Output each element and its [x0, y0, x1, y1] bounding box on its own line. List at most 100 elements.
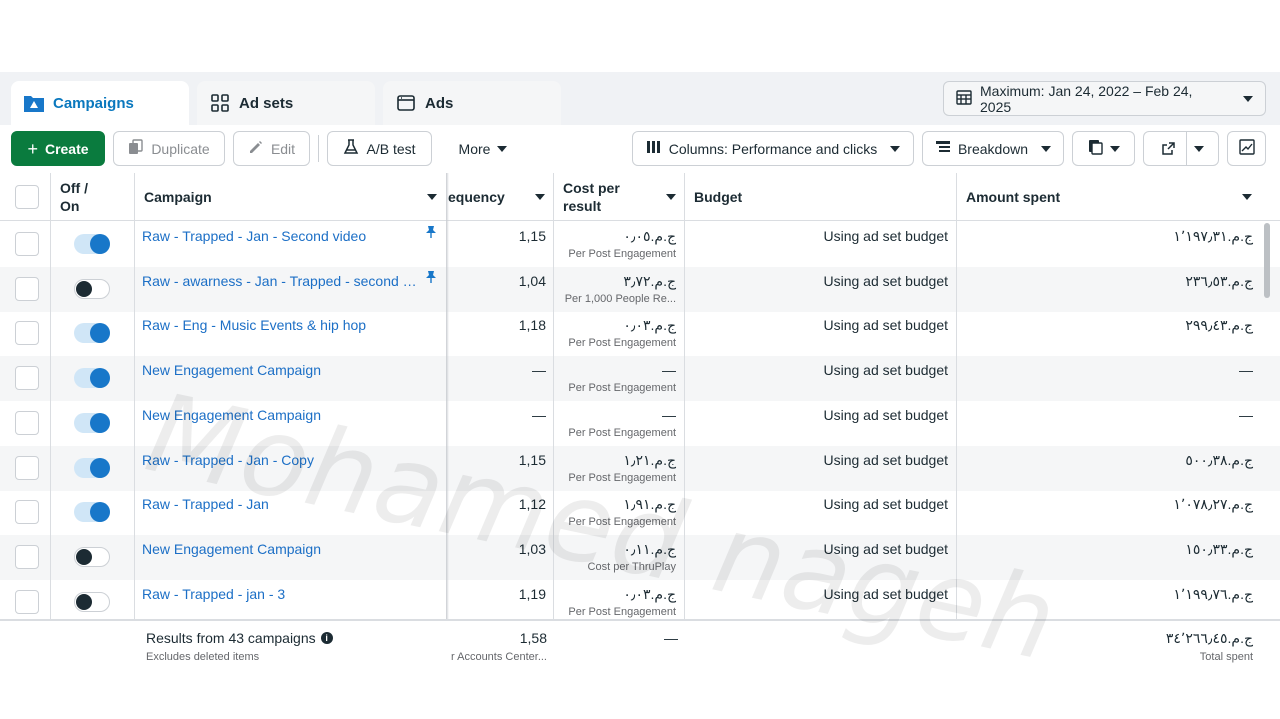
cost-per-result-type: Per Post Engagement — [568, 382, 676, 395]
cost-per-result-type: Per Post Engagement — [568, 605, 676, 618]
cost-header-line1: Cost per — [563, 180, 620, 196]
tab-campaigns[interactable]: Campaigns — [11, 81, 189, 125]
ab-test-button[interactable]: A/B test — [327, 131, 432, 166]
toolbar: + Create Duplicate Edit A/B test More Co… — [0, 125, 1280, 173]
tab-ads-label: Ads — [425, 94, 454, 112]
export-icon[interactable] — [1150, 132, 1187, 165]
campaign-name-link[interactable]: Raw - awarness - Jan - Trapped - second … — [142, 273, 417, 289]
select-all-checkbox[interactable] — [15, 185, 39, 209]
row-checkbox[interactable] — [15, 455, 39, 480]
campaign-toggle[interactable] — [74, 323, 110, 344]
amount-spent-value: ج.م.١٬١٩٩٫٧٦ — [1173, 585, 1253, 602]
create-button[interactable]: + Create — [11, 131, 105, 166]
budget-value: Using ad set budget — [823, 540, 948, 557]
more-label: More — [458, 140, 491, 157]
breakdown-dropdown[interactable]: Breakdown — [922, 131, 1064, 166]
column-header-campaign[interactable]: Campaign — [134, 173, 446, 221]
row-checkbox[interactable] — [15, 366, 39, 391]
campaign-toggle[interactable] — [74, 278, 110, 299]
row-checkbox[interactable] — [15, 232, 39, 256]
tab-ad-sets[interactable]: Ad sets — [197, 81, 375, 125]
campaign-toggle[interactable] — [74, 591, 110, 612]
frequency-value: — — [532, 362, 546, 379]
campaign-name-link[interactable]: Raw - Trapped - Jan - Copy — [142, 452, 417, 468]
footer-frequency-sub: r Accounts Center... — [451, 651, 547, 663]
row-checkbox[interactable] — [15, 500, 39, 525]
campaign-name-link[interactable]: New Engagement Campaign — [142, 541, 417, 557]
row-checkbox[interactable] — [15, 276, 39, 301]
table-row[interactable]: New Engagement Campaign — — Per Post Eng… — [0, 401, 1280, 446]
info-icon[interactable]: i — [320, 632, 333, 644]
tab-ads[interactable]: Ads — [383, 81, 561, 125]
cost-per-result-value: ج.م.١٫٩١ — [623, 496, 676, 513]
toggle-knob — [90, 412, 110, 433]
campaign-toggle[interactable] — [74, 234, 110, 254]
pin-icon[interactable] — [425, 225, 437, 239]
plus-icon: + — [27, 138, 38, 159]
column-divider — [134, 173, 135, 678]
campaign-toggle[interactable] — [74, 502, 110, 523]
campaign-name-link[interactable]: Raw - Eng - Music Events & hip hop — [142, 317, 417, 333]
campaign-name-link[interactable]: New Engagement Campaign — [142, 407, 417, 423]
campaign-toggle[interactable] — [74, 412, 110, 433]
column-header-budget[interactable]: Budget — [684, 173, 956, 221]
export-group — [1143, 131, 1219, 166]
campaign-toggle[interactable] — [74, 368, 110, 389]
row-checkbox[interactable] — [15, 589, 39, 614]
edit-button[interactable]: Edit — [233, 131, 310, 166]
pin-icon[interactable] — [425, 270, 437, 284]
column-header-frequency[interactable]: equency — [448, 173, 553, 221]
chevron-down-icon[interactable] — [1194, 145, 1204, 152]
vertical-scrollbar[interactable] — [1264, 223, 1270, 298]
table-row[interactable]: New Engagement Campaign 1,03 ج.م.٠٫١١ Co… — [0, 534, 1280, 580]
ab-test-label: A/B test — [366, 140, 416, 157]
table-row[interactable]: Raw - Trapped - Jan - Second video 1,15 … — [0, 222, 1280, 267]
campaign-name-link[interactable]: Raw - Trapped - Jan — [142, 496, 417, 512]
table-footer: Results from 43 campaigns i Excludes del… — [0, 619, 1280, 678]
row-checkbox[interactable] — [15, 321, 39, 346]
more-button[interactable]: More — [443, 131, 523, 166]
grid-icon — [209, 92, 231, 114]
date-range-label: Maximum: Jan 24, 2022 – Feb 24, 2025 — [980, 82, 1193, 115]
pencil-icon — [248, 139, 264, 158]
cost-per-result-value: ج.م.٠٫٠٣ — [623, 585, 676, 602]
footer-total-spent-label: Total spent — [1199, 651, 1253, 663]
columns-dropdown[interactable]: Columns: Performance and clicks — [632, 131, 914, 166]
amount-spent-value: ج.م.١٬٠٧٨٫٢٧ — [1173, 496, 1253, 513]
campaign-name-link[interactable]: Raw - Trapped - jan - 3 — [142, 586, 417, 602]
table-row[interactable]: Raw - awarness - Jan - Trapped - second … — [0, 266, 1280, 312]
row-checkbox[interactable] — [15, 544, 39, 569]
date-range-picker[interactable]: Maximum: Jan 24, 2022 – Feb 24, 2025 — [943, 81, 1266, 116]
column-divider — [684, 173, 685, 678]
table-row[interactable]: New Engagement Campaign — — Per Post Eng… — [0, 356, 1280, 402]
table-row[interactable]: Raw - Trapped - Jan 1,12 ج.م.١٫٩١ Per Po… — [0, 490, 1280, 535]
column-divider — [553, 173, 554, 678]
cost-per-result-value: ج.م.٠٫٠٥ — [623, 228, 676, 244]
table-row[interactable]: Raw - Trapped - Jan - Copy 1,15 ج.م.١٫٢١… — [0, 445, 1280, 491]
breakdown-icon — [935, 140, 951, 157]
column-header-off-on[interactable]: Off / On — [50, 173, 134, 221]
cost-per-result-type: Per Post Engagement — [568, 248, 676, 260]
campaign-toggle[interactable] — [74, 546, 110, 567]
column-divider — [50, 173, 51, 678]
cost-per-result-value: ج.م.٣٫٧٢ — [623, 272, 676, 289]
table-row[interactable]: Raw - Eng - Music Events & hip hop 1,18 … — [0, 311, 1280, 356]
reports-dropdown[interactable] — [1072, 131, 1135, 166]
duplicate-button[interactable]: Duplicate — [113, 131, 225, 166]
table-row[interactable]: Raw - Trapped - jan - 3 1,19 ج.م.٠٫٠٣ Pe… — [0, 580, 1280, 625]
cost-header-line2: result — [563, 198, 602, 214]
frequency-header-label: equency — [448, 189, 505, 205]
campaign-name-link[interactable]: New Engagement Campaign — [142, 362, 417, 378]
amount-spent-value: — — [1239, 362, 1253, 379]
chart-button[interactable] — [1227, 131, 1266, 166]
row-checkbox[interactable] — [15, 410, 39, 435]
campaign-name-link[interactable]: Raw - Trapped - Jan - Second video — [142, 228, 417, 244]
column-header-cost-per-result[interactable]: Cost per result — [553, 173, 684, 221]
chevron-down-icon — [1242, 194, 1252, 200]
calendar-icon — [956, 89, 972, 108]
frequency-value: — — [532, 406, 546, 423]
campaign-toggle[interactable] — [74, 457, 110, 478]
chevron-down-icon — [890, 145, 901, 152]
column-header-amount-spent[interactable]: Amount spent — [956, 173, 1262, 221]
cost-per-result-value: — — [662, 406, 676, 423]
